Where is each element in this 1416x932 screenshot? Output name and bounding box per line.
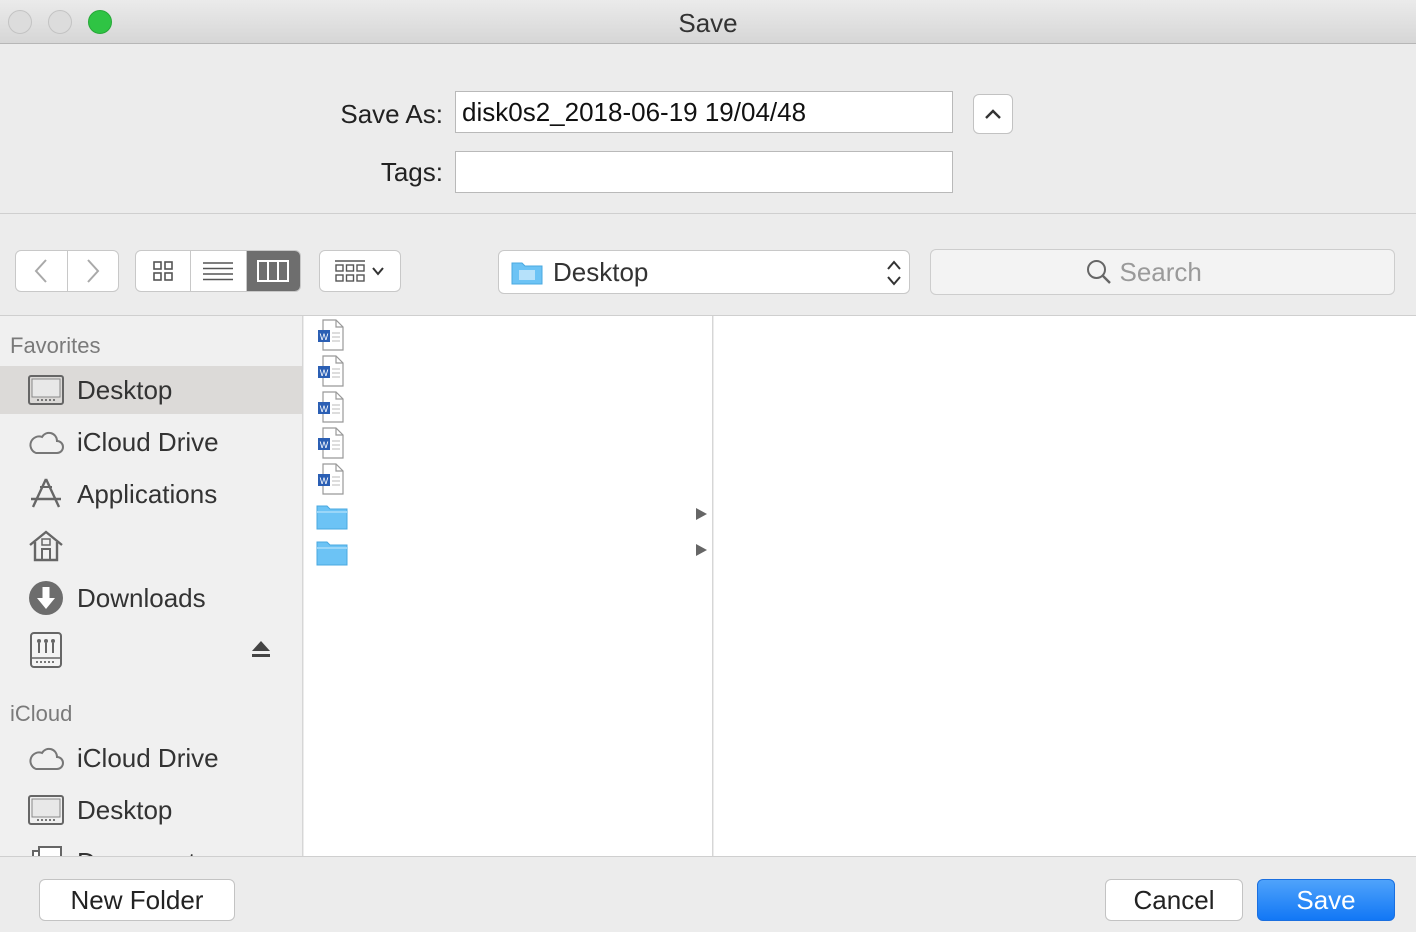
save-as-field[interactable] [455, 91, 953, 133]
back-button[interactable] [16, 251, 67, 291]
list-view-button[interactable] [190, 251, 245, 291]
arrange-grid-icon [335, 260, 365, 282]
back-forward-control [15, 250, 119, 292]
preview-column [714, 316, 1416, 856]
forward-button[interactable] [66, 251, 118, 291]
folder-icon [316, 541, 348, 566]
tags-label: Tags: [380, 157, 443, 187]
location-popup[interactable]: Desktop [498, 250, 910, 294]
search-input[interactable] [1119, 256, 1240, 288]
location-label: Desktop [553, 256, 649, 287]
list-view-icon [203, 262, 234, 281]
file-row[interactable]: W [304, 352, 713, 388]
folder-icon [316, 505, 348, 530]
sidebar-item-downloads[interactable]: Downloads [0, 574, 302, 622]
network-drive-icon [26, 632, 66, 668]
chevron-right-icon [87, 259, 100, 283]
sidebar-item-label: Desktop [77, 795, 173, 825]
word-document-icon: W [318, 355, 344, 387]
word-document-icon: W [318, 463, 344, 495]
sidebar-item-label: iCloud Drive [77, 427, 219, 457]
toolbar: Desktop [0, 214, 1416, 316]
cloud-icon [26, 740, 66, 776]
sidebar-item-network-drive[interactable] [0, 626, 302, 674]
cancel-button[interactable]: Cancel [1105, 879, 1243, 921]
new-folder-button[interactable]: New Folder [39, 879, 235, 921]
svg-text:W: W [320, 476, 329, 486]
window-title: Save [678, 8, 738, 38]
downloads-icon [26, 580, 66, 616]
save-form: Save As: Tags: [0, 44, 1416, 214]
chevron-left-icon [35, 259, 48, 283]
folder-row[interactable] [304, 496, 713, 532]
documents-icon [26, 844, 66, 856]
sidebar-item-label: Downloads [77, 583, 206, 613]
word-document-icon: W [318, 391, 344, 423]
sidebar-item-label: Desktop [77, 375, 173, 405]
applications-icon [26, 476, 66, 512]
tags-field[interactable] [455, 151, 953, 193]
sidebar-item-icloud-drive-2[interactable]: iCloud Drive [0, 734, 302, 782]
icon-view-icon [153, 261, 173, 281]
sidebar-item-icloud-drive[interactable]: iCloud Drive [0, 418, 302, 466]
folder-icon [511, 262, 543, 285]
expand-dialog-button[interactable] [973, 94, 1013, 134]
disclosure-triangle-icon [696, 544, 707, 556]
sidebar: Favorites Desktop iCloud Drive Applicati… [0, 316, 303, 856]
file-row[interactable]: W [304, 460, 713, 496]
arrange-menu-button[interactable] [319, 250, 401, 292]
bottom-bar: New Folder Cancel Save [0, 856, 1416, 932]
svg-text:W: W [320, 440, 329, 450]
sidebar-item-applications[interactable]: Applications [0, 470, 302, 518]
title-bar: Save [0, 0, 1416, 44]
svg-text:W: W [320, 368, 329, 378]
cloud-icon [26, 424, 66, 460]
sidebar-item-label: iCloud Drive [77, 743, 219, 773]
file-row[interactable]: W [304, 388, 713, 424]
desktop-icon [26, 792, 66, 828]
file-row[interactable]: W [304, 316, 713, 352]
home-icon [26, 528, 66, 564]
sidebar-item-icloud-documents[interactable]: Documents [0, 838, 302, 856]
sidebar-item-home[interactable] [0, 522, 302, 570]
file-row[interactable]: W [304, 424, 713, 460]
sidebar-item-icloud-desktop[interactable]: Desktop [0, 786, 302, 834]
word-document-icon: W [318, 319, 344, 351]
file-column: W W W W W [304, 316, 713, 856]
word-document-icon: W [318, 427, 344, 459]
column-view-button[interactable] [245, 251, 300, 291]
column-view-icon [257, 260, 290, 282]
icon-view-button[interactable] [136, 251, 190, 291]
sidebar-header-icloud: iCloud [10, 701, 73, 726]
desktop-icon [26, 372, 66, 408]
search-field[interactable] [930, 249, 1395, 295]
disclosure-triangle-icon [696, 508, 707, 520]
search-icon [1086, 260, 1111, 284]
sidebar-header-favorites: Favorites [10, 333, 101, 358]
view-mode-control [135, 250, 301, 292]
save-button[interactable]: Save [1257, 879, 1395, 921]
sidebar-item-label: Applications [77, 479, 218, 509]
eject-icon[interactable] [250, 638, 272, 660]
chevron-down-icon [372, 267, 384, 276]
save-as-label: Save As: [340, 99, 443, 129]
folder-row[interactable] [304, 532, 713, 568]
sidebar-item-label: Documents [77, 847, 209, 856]
up-down-arrows-icon [887, 260, 901, 286]
svg-text:W: W [320, 404, 329, 414]
chevron-up-icon [985, 109, 1001, 119]
svg-text:W: W [320, 332, 329, 342]
sidebar-item-desktop[interactable]: Desktop [0, 366, 302, 414]
